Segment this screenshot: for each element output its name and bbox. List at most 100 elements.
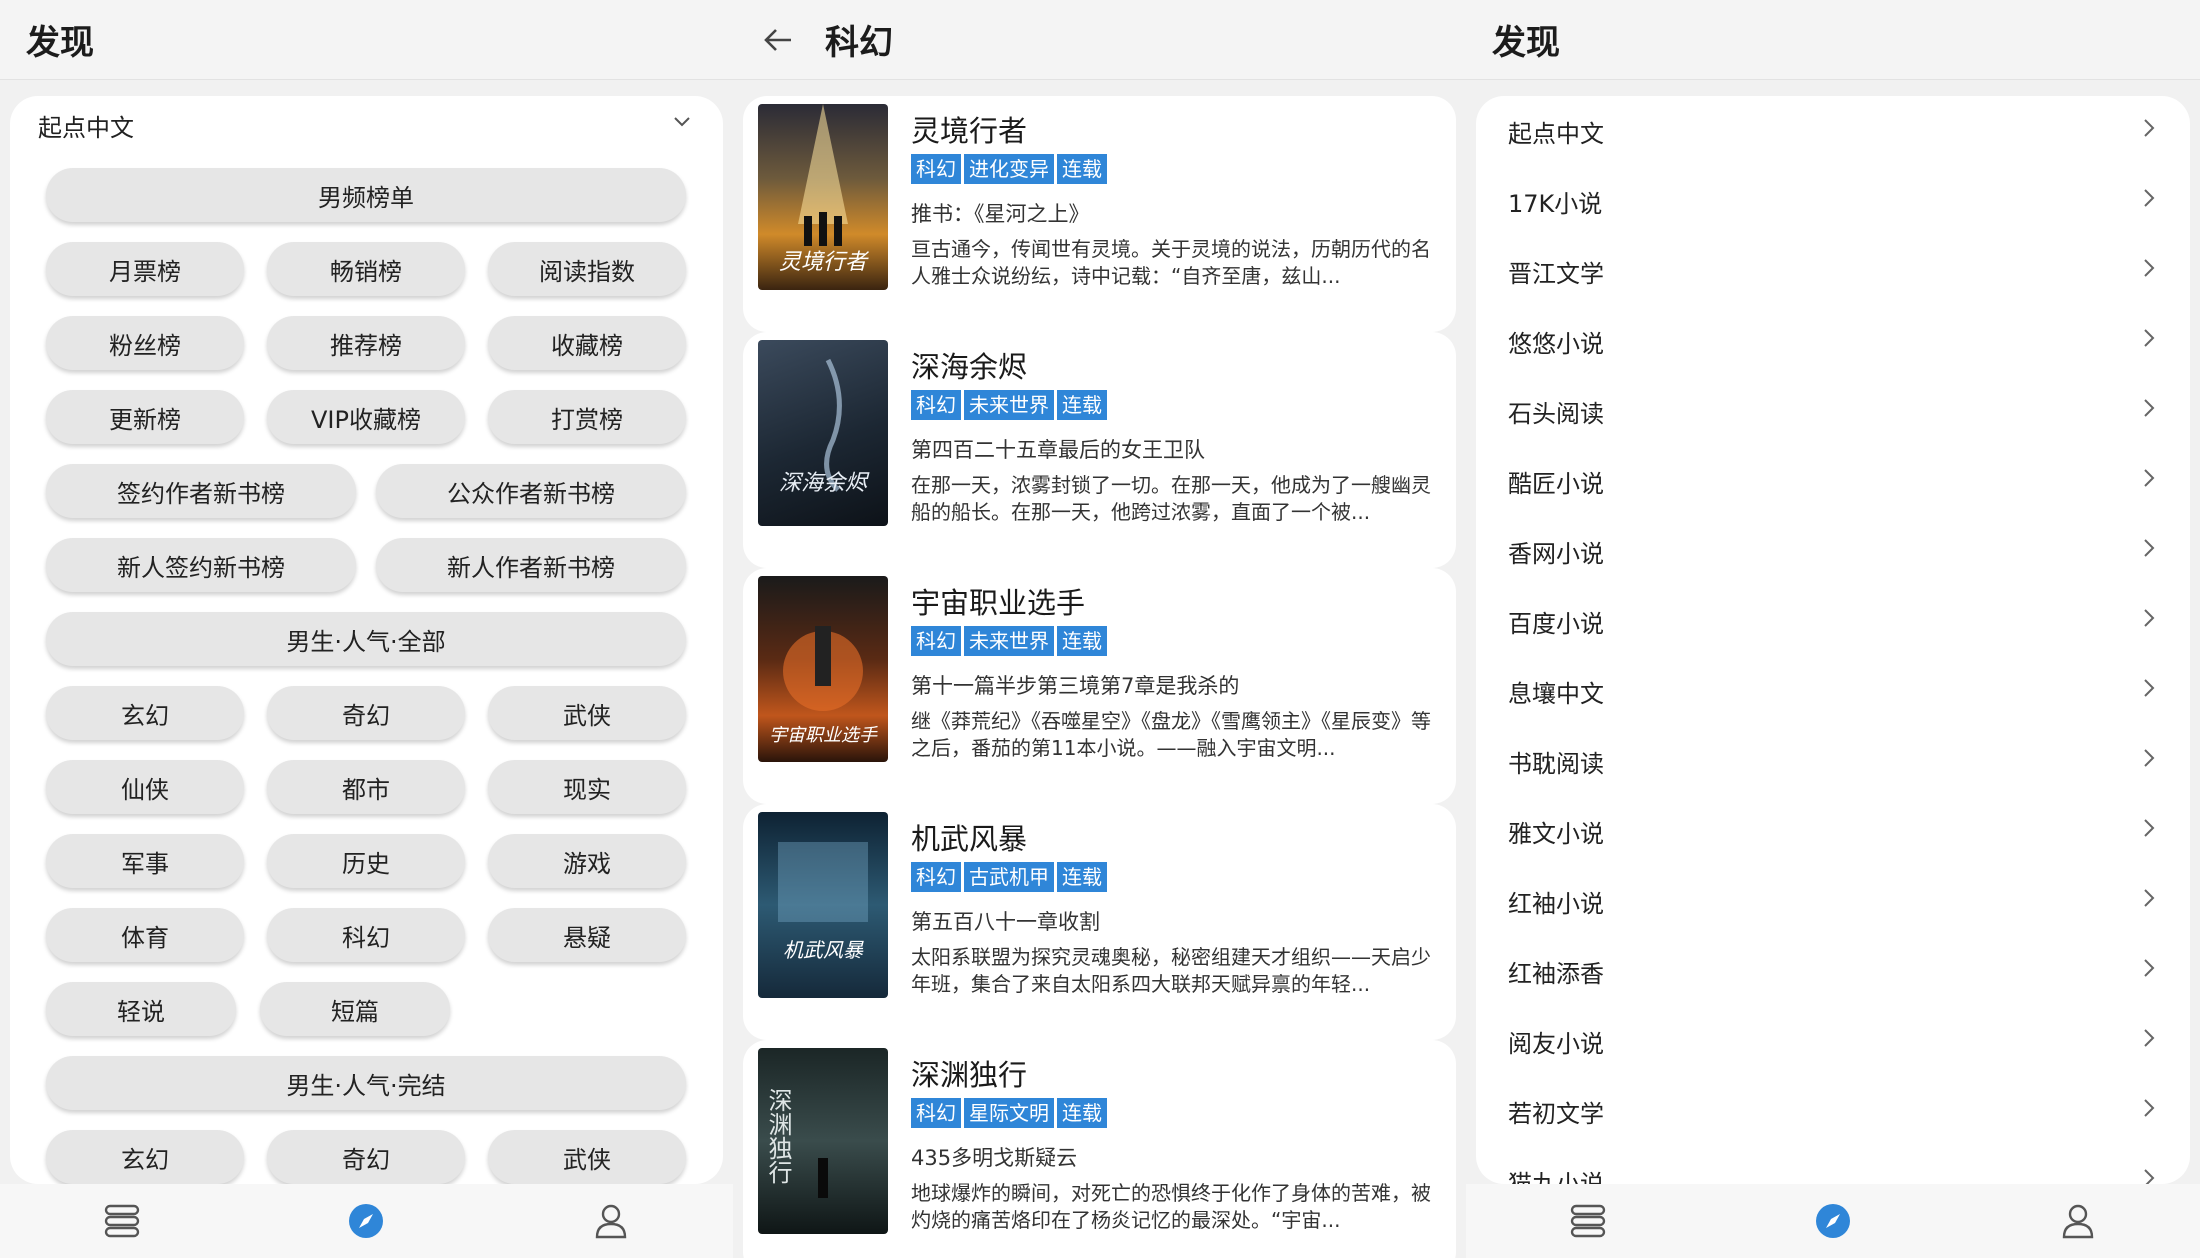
chip[interactable]: 更新榜 xyxy=(46,390,244,444)
chip-section-male-complete[interactable]: 男生·人气·完结 xyxy=(46,1056,686,1110)
tag-badge: 科幻 xyxy=(911,154,961,184)
discover-categories-panel: 发现 起点中文 男频榜单 月票榜 畅销榜 阅读指数 粉丝榜 推荐榜 收藏榜 更新… xyxy=(0,0,733,1258)
book-item[interactable]: 宇宙职业选手 宇宙职业选手 科幻 未来世界 连载 第十一篇半步第三境第7章是我杀… xyxy=(743,568,1456,804)
source-item[interactable]: 红袖添香 xyxy=(1476,936,2190,1006)
chip[interactable]: 轻说 xyxy=(46,982,236,1036)
chip[interactable]: 都市 xyxy=(267,760,465,814)
chip[interactable]: 月票榜 xyxy=(46,242,244,296)
chip[interactable]: 签约作者新书榜 xyxy=(46,464,356,518)
bookshelf-icon[interactable] xyxy=(1558,1191,1618,1251)
tag-badge: 科幻 xyxy=(911,1098,961,1128)
book-list-panel: 科幻 灵境行者 灵境行者 科幻 进化变异 连载 推书：《星河之上》 亘古通今，传… xyxy=(733,0,1466,1258)
svg-text:灵境行者: 灵境行者 xyxy=(779,250,870,275)
chip[interactable]: 短篇 xyxy=(260,982,450,1036)
source-label: 若初文学 xyxy=(1508,1099,1604,1128)
chevron-right-icon xyxy=(2142,327,2156,355)
book-cover: 深海余烬 xyxy=(758,340,888,526)
chip[interactable]: 新人签约新书榜 xyxy=(46,538,356,592)
book-list: 灵境行者 灵境行者 科幻 进化变异 连载 推书：《星河之上》 亘古通今，传闻世有… xyxy=(743,96,1456,1258)
source-item[interactable]: 息壤中文 xyxy=(1476,656,2190,726)
book-item[interactable]: 深渊独行 深渊独行 科幻 星际文明 连载 435多明戈斯疑云 地球爆炸的瞬间，对… xyxy=(743,1040,1456,1258)
chip[interactable]: 玄幻 xyxy=(46,1130,244,1184)
source-selector[interactable]: 起点中文 xyxy=(10,96,723,154)
source-item[interactable]: 17K小说 xyxy=(1476,166,2190,236)
source-label: 阅友小说 xyxy=(1508,1029,1604,1058)
chip[interactable]: 推荐榜 xyxy=(267,316,465,370)
book-cover: 机武风暴 xyxy=(758,812,888,998)
chip[interactable]: 公众作者新书榜 xyxy=(376,464,686,518)
chip[interactable]: VIP收藏榜 xyxy=(267,390,465,444)
source-item[interactable]: 百度小说 xyxy=(1476,586,2190,656)
source-item[interactable]: 晋江文学 xyxy=(1476,236,2190,306)
app-bar: 科幻 xyxy=(733,0,1466,80)
chip[interactable]: 畅销榜 xyxy=(267,242,465,296)
book-intro: 太阳系联盟为探究灵魂奥秘，秘密组建天才组织——天启少年班，集合了来自太阳系四大联… xyxy=(911,945,1431,996)
back-arrow-icon[interactable] xyxy=(763,20,803,60)
source-label: 17K小说 xyxy=(1508,189,1603,218)
app-bar: 发现 xyxy=(0,0,733,80)
tag-badge: 科幻 xyxy=(911,390,961,420)
chip[interactable]: 玄幻 xyxy=(46,686,244,740)
compass-icon[interactable] xyxy=(336,1191,396,1251)
chevron-right-icon xyxy=(2142,397,2156,425)
chip[interactable]: 武侠 xyxy=(488,1130,686,1184)
chip-section-male-all[interactable]: 男生·人气·全部 xyxy=(46,612,686,666)
chip[interactable]: 军事 xyxy=(46,834,244,888)
chip[interactable]: 历史 xyxy=(267,834,465,888)
source-item[interactable]: 书耽阅读 xyxy=(1476,726,2190,796)
chip[interactable]: 武侠 xyxy=(488,686,686,740)
chip[interactable]: 现实 xyxy=(488,760,686,814)
chip[interactable]: 阅读指数 xyxy=(488,242,686,296)
chevron-right-icon xyxy=(2142,257,2156,285)
chip[interactable]: 收藏榜 xyxy=(488,316,686,370)
source-label: 酷匠小说 xyxy=(1508,469,1604,498)
source-item[interactable]: 悠悠小说 xyxy=(1476,306,2190,376)
chip-section-male-rank[interactable]: 男频榜单 xyxy=(46,168,686,222)
tag-badge: 连载 xyxy=(1057,1098,1107,1128)
chevron-right-icon xyxy=(2142,607,2156,635)
source-item[interactable]: 若初文学 xyxy=(1476,1076,2190,1146)
latest-chapter: 第四百二十五章最后的女王卫队 xyxy=(911,438,1205,462)
source-label: 石头阅读 xyxy=(1508,399,1604,428)
source-item[interactable]: 酷匠小说 xyxy=(1476,446,2190,516)
book-cover: 灵境行者 xyxy=(758,104,888,290)
source-item[interactable]: 雅文小说 xyxy=(1476,796,2190,866)
book-title: 深渊独行 xyxy=(911,1058,1028,1092)
tag-badge: 连载 xyxy=(1057,390,1107,420)
source-item[interactable]: 石头阅读 xyxy=(1476,376,2190,446)
book-item[interactable]: 深海余烬 深海余烬 科幻 未来世界 连载 第四百二十五章最后的女王卫队 在那一天… xyxy=(743,332,1456,568)
chevron-right-icon xyxy=(2142,677,2156,705)
book-intro: 继《莽荒纪》《吞噬星空》《盘龙》《雪鹰领主》《星辰变》等之后，番茄的第11本小说… xyxy=(911,709,1431,760)
book-tags: 科幻 古武机甲 连载 xyxy=(911,862,1107,892)
chip[interactable]: 奇幻 xyxy=(267,1130,465,1184)
person-icon[interactable] xyxy=(2048,1191,2108,1251)
source-item[interactable]: 红袖小说 xyxy=(1476,866,2190,936)
book-item[interactable]: 灵境行者 灵境行者 科幻 进化变异 连载 推书：《星河之上》 亘古通今，传闻世有… xyxy=(743,96,1456,332)
chip[interactable]: 仙侠 xyxy=(46,760,244,814)
bookshelf-icon[interactable] xyxy=(92,1191,152,1251)
chevron-down-icon xyxy=(671,111,693,139)
chip[interactable]: 奇幻 xyxy=(267,686,465,740)
chip[interactable]: 体育 xyxy=(46,908,244,962)
book-cover: 宇宙职业选手 xyxy=(758,576,888,762)
latest-chapter: 第五百八十一章收割 xyxy=(911,910,1100,934)
source-item[interactable]: 猫九小说 xyxy=(1476,1146,2190,1184)
source-item[interactable]: 起点中文 xyxy=(1476,96,2190,166)
source-item[interactable]: 香网小说 xyxy=(1476,516,2190,586)
discover-sources-panel: 发现 起点中文 17K小说 晋江文学 悠悠小说 石头阅读 酷匠小说 香网小说 百… xyxy=(1466,0,2200,1258)
chip[interactable]: 悬疑 xyxy=(488,908,686,962)
book-item[interactable]: 机武风暴 机武风暴 科幻 古武机甲 连载 第五百八十一章收割 太阳系联盟为探究灵… xyxy=(743,804,1456,1040)
chip[interactable]: 游戏 xyxy=(488,834,686,888)
chip[interactable]: 粉丝榜 xyxy=(46,316,244,370)
book-tags: 科幻 星际文明 连载 xyxy=(911,1098,1107,1128)
page-title: 科幻 xyxy=(825,23,893,63)
compass-icon[interactable] xyxy=(1803,1191,1863,1251)
book-title: 灵境行者 xyxy=(911,114,1028,148)
book-cover: 深渊独行 xyxy=(758,1048,888,1234)
source-name: 起点中文 xyxy=(38,113,134,142)
source-item[interactable]: 阅友小说 xyxy=(1476,1006,2190,1076)
chip[interactable]: 新人作者新书榜 xyxy=(376,538,686,592)
chip[interactable]: 科幻 xyxy=(267,908,465,962)
chip[interactable]: 打赏榜 xyxy=(488,390,686,444)
person-icon[interactable] xyxy=(581,1191,641,1251)
